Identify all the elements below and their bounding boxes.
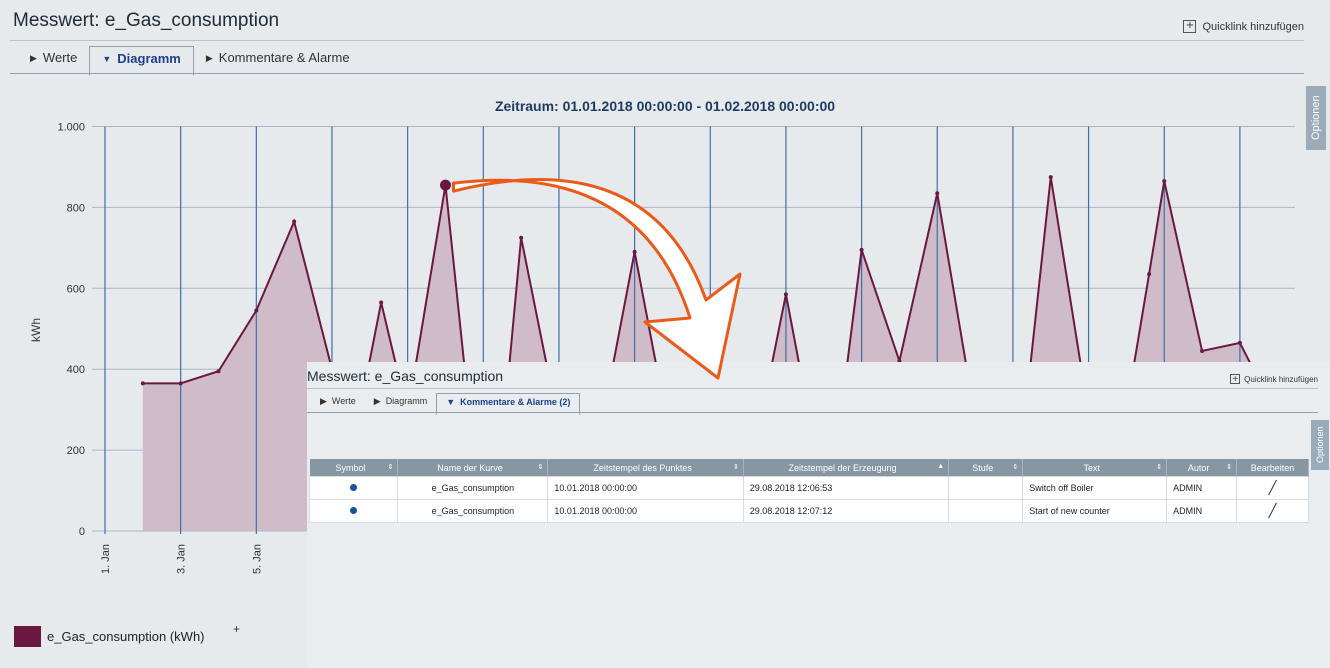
- panel-options-button[interactable]: Optionen: [1311, 420, 1329, 470]
- panel-quicklink-label: Quicklink hinzufügen: [1244, 374, 1318, 384]
- caret-right-icon: ▶: [320, 396, 327, 406]
- data-point: [935, 191, 940, 196]
- x-tick-label: 1. Jan: [100, 544, 112, 574]
- x-tick-label: 5. Jan: [251, 544, 263, 574]
- data-point: [216, 369, 221, 374]
- tab-label: Kommentare & Alarme (2): [460, 397, 571, 407]
- author-cell: ADMIN: [1166, 476, 1237, 500]
- column-header-symbol[interactable]: Symbol ⇕: [309, 459, 399, 477]
- highlighted-point: [439, 179, 451, 191]
- column-header-created-ts[interactable]: Zeitstempel der Erzeugung ▲: [743, 459, 950, 477]
- tab-label: Diagramm: [385, 396, 428, 406]
- y-tick-label: 600: [67, 283, 85, 295]
- caret-right-icon: ▶: [373, 396, 381, 406]
- panel-header-divider: [307, 388, 1318, 389]
- data-point: [1200, 348, 1205, 353]
- edit-cell[interactable]: ╱: [1235, 476, 1310, 500]
- comments-table: Symbol ⇕ Name der Kurve ⇕ Zeitstempel des …: [308, 459, 1310, 523]
- panel-quicklink-button[interactable]: + Quicklink hinzufügen: [1230, 374, 1318, 384]
- y-axis-label: kWh: [29, 318, 43, 342]
- sort-up-icon: ▲: [937, 462, 945, 470]
- pencil-icon[interactable]: ╱: [1269, 504, 1277, 519]
- x-tick-label: 3. Jan: [176, 544, 188, 574]
- data-point: [783, 292, 788, 297]
- data-point: [1237, 340, 1242, 345]
- symbol-cell: [308, 499, 399, 523]
- column-header-point-ts[interactable]: Zeitstempel des Punktes ⇕: [547, 459, 744, 477]
- legend-label: e_Gas_consumption (kWh): [47, 629, 205, 644]
- stufe-cell: [948, 476, 1024, 500]
- created-ts-cell: 29.08.2018 12:06:53: [742, 476, 950, 500]
- column-header-author[interactable]: Autor ⇕: [1166, 459, 1237, 477]
- panel-tab-divider: [307, 412, 1318, 413]
- data-point: [254, 308, 259, 313]
- text-cell: Start of new counter: [1022, 499, 1168, 523]
- column-header-curve[interactable]: Name der Kurve ⇕: [397, 459, 549, 477]
- caret-down-icon: ▼: [446, 397, 456, 407]
- column-header-stufe[interactable]: Stufe ⇕: [948, 459, 1024, 477]
- created-ts-cell: 29.08.2018 12:07:12: [742, 499, 950, 523]
- series-dot-icon: [350, 507, 358, 514]
- point-ts-cell: 10.01.2018 00:00:00: [547, 476, 744, 500]
- sort-arrows-icon: ⇕: [1156, 463, 1163, 471]
- sort-arrows-icon: ⇕: [1226, 463, 1232, 471]
- column-header-edit: Bearbeiten: [1236, 459, 1310, 477]
- data-point: [379, 300, 384, 305]
- curve-cell: e_Gas_consumption: [397, 476, 549, 500]
- point-ts-cell: 10.01.2018 00:00:00: [547, 499, 744, 523]
- table-row[interactable]: e_Gas_consumption 10.01.2018 00:00:00 29…: [308, 476, 1310, 500]
- data-point: [1162, 179, 1167, 184]
- data-point: [292, 219, 297, 224]
- y-tick-label: 800: [67, 202, 85, 214]
- table-header-row: Symbol ⇕ Name der Kurve ⇕ Zeitstempel des …: [309, 459, 1310, 477]
- legend-swatch: [14, 626, 41, 647]
- legend-expand-icon[interactable]: +: [233, 622, 240, 636]
- stufe-cell: [948, 499, 1024, 523]
- sort-arrows-icon: ⇕: [387, 463, 394, 471]
- data-point: [1048, 175, 1053, 180]
- data-point: [1147, 272, 1152, 277]
- symbol-cell: [308, 476, 399, 500]
- plus-box-icon: +: [1230, 374, 1241, 384]
- table-row[interactable]: e_Gas_consumption 10.01.2018 00:00:00 29…: [308, 499, 1310, 523]
- author-cell: ADMIN: [1166, 499, 1237, 523]
- y-tick-label: 0: [79, 526, 85, 538]
- data-point: [519, 235, 524, 240]
- y-tick-label: 1.000: [57, 122, 85, 134]
- chart-legend[interactable]: e_Gas_consumption (kWh): [14, 626, 205, 647]
- curve-cell: e_Gas_consumption: [397, 499, 549, 523]
- edit-cell[interactable]: ╱: [1235, 499, 1310, 523]
- data-point: [632, 249, 637, 254]
- pencil-icon[interactable]: ╱: [1269, 481, 1277, 496]
- comments-alarms-panel: Messwert: e_Gas_consumption + Quicklink …: [307, 362, 1330, 668]
- sort-arrows-icon: ⇕: [732, 463, 739, 471]
- data-point: [859, 247, 864, 252]
- y-tick-label: 400: [67, 364, 85, 376]
- column-header-text[interactable]: Text ⇕: [1022, 459, 1168, 477]
- tab-label: Werte: [331, 396, 356, 406]
- panel-title: Messwert: e_Gas_consumption: [307, 368, 504, 384]
- sort-arrows-icon: ⇕: [1012, 463, 1019, 471]
- sort-arrows-icon: ⇕: [537, 463, 544, 471]
- text-cell: Switch off Boiler: [1022, 476, 1168, 500]
- data-point: [178, 381, 183, 386]
- series-dot-icon: [350, 484, 358, 491]
- y-tick-label: 200: [67, 445, 85, 457]
- data-point: [140, 381, 145, 386]
